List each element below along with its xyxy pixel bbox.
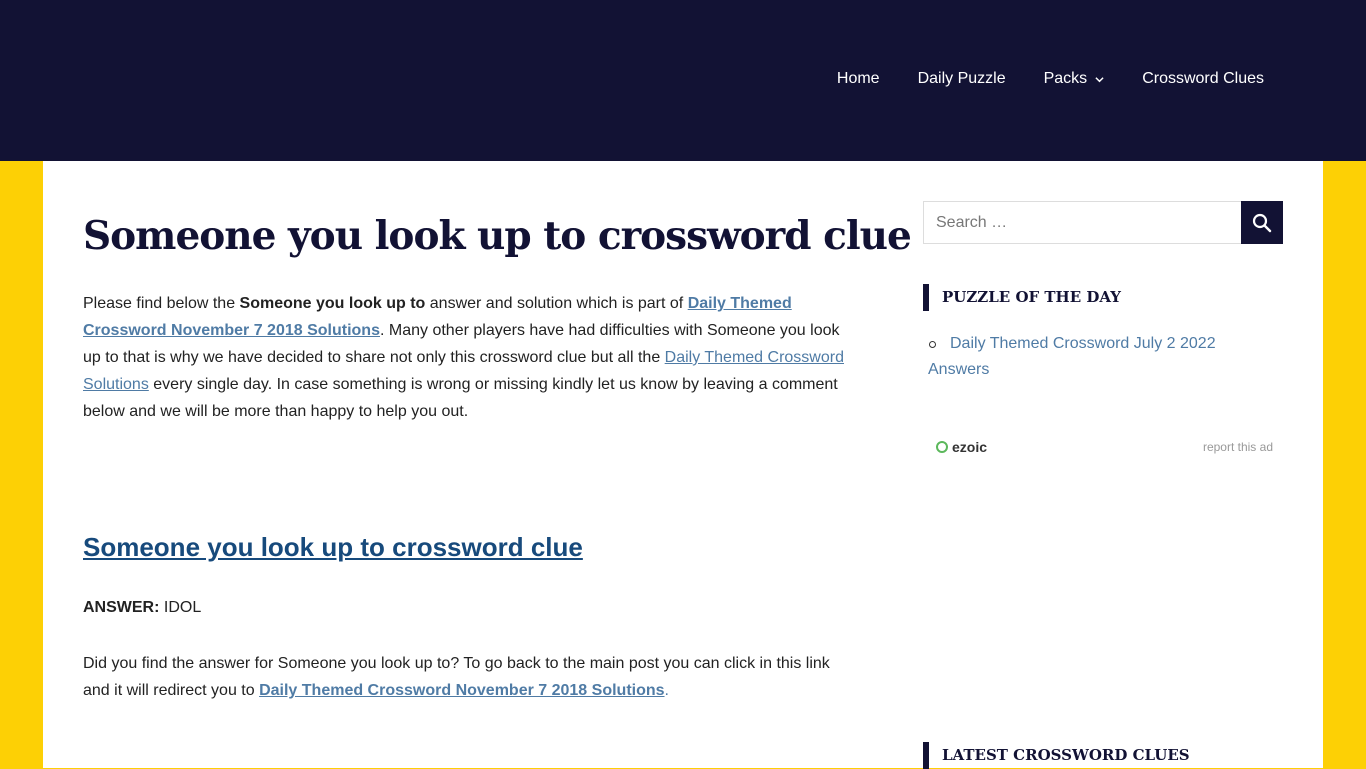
intro-text: answer and solution which is part of [425, 295, 688, 312]
search-button[interactable] [1241, 201, 1283, 244]
ad-bar: ezoic report this ad [936, 437, 1273, 457]
puzzle-of-day-link[interactable]: Daily Themed Crossword July 2 2022 Answe… [928, 335, 1216, 378]
nav-packs[interactable]: Packs [1044, 70, 1105, 88]
answer-value: IDOL [163, 599, 202, 616]
closing-paragraph: Did you find the answer for Someone you … [83, 650, 858, 704]
page-title: Someone you look up to crossword clue [83, 213, 912, 259]
latest-clues-title: LATEST CROSSWORD CLUES [923, 742, 1190, 769]
back-to-solutions-link[interactable]: Daily Themed Crossword November 7 2018 S… [259, 682, 664, 699]
ezoic-icon [936, 441, 948, 453]
intro-text: every single day. In case something is w… [83, 376, 838, 420]
intro-text: Please find below the [83, 295, 240, 312]
intro-paragraph: Please find below the Someone you look u… [83, 290, 853, 425]
search-form [923, 201, 1283, 244]
puzzle-of-day-list: Daily Themed Crossword July 2 2022 Answe… [928, 331, 1248, 383]
puzzle-of-day-title: PUZZLE OF THE DAY [923, 284, 1121, 311]
search-icon [1252, 213, 1272, 232]
list-item: Daily Themed Crossword July 2 2022 Answe… [928, 331, 1248, 383]
nav-packs-label: Packs [1043, 70, 1088, 87]
nav-home[interactable]: Home [837, 70, 880, 88]
ezoic-logo: ezoic [936, 439, 987, 455]
clue-bold: Someone you look up to [239, 295, 426, 312]
chevron-down-icon [1095, 76, 1104, 82]
main-nav: Home Daily Puzzle Packs Crossword Clues [837, 70, 1264, 88]
nav-daily-puzzle[interactable]: Daily Puzzle [918, 70, 1006, 88]
nav-crossword-clues[interactable]: Crossword Clues [1142, 70, 1264, 88]
answer: ANSWER: IDOL [83, 599, 201, 617]
closing-text: . [664, 682, 669, 699]
ezoic-label: ezoic [952, 439, 988, 455]
answer-label: ANSWER: [83, 599, 160, 616]
report-ad-link[interactable]: report this ad [1203, 440, 1273, 454]
page-content: Someone you look up to crossword clue Pl… [43, 161, 1323, 769]
search-input[interactable] [923, 201, 1241, 244]
clue-heading-link[interactable]: Someone you look up to crossword clue [83, 532, 583, 563]
site-header: Home Daily Puzzle Packs Crossword Clues [0, 0, 1366, 161]
